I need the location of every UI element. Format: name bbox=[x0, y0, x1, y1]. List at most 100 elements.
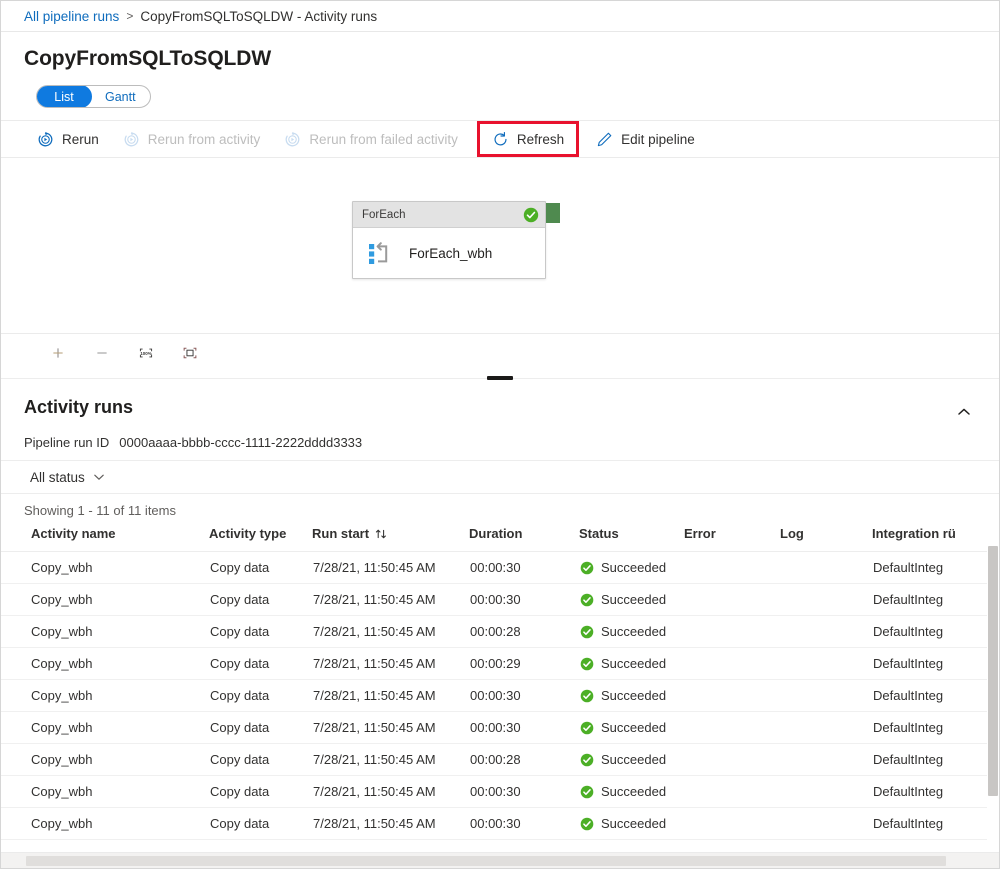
table-horizontal-scrollbar-thumb[interactable] bbox=[26, 856, 946, 866]
zoom-to-100-icon[interactable]: 100% bbox=[133, 340, 159, 366]
pipeline-run-id-value: 0000aaaa-bbbb-cccc-1111-2222dddd3333 bbox=[119, 435, 362, 450]
activity-runs-panel: Activity runs Pipeline run ID 0000aaaa-b… bbox=[1, 385, 999, 868]
table-row[interactable]: Copy_wbhCopy data7/28/21, 11:50:45 AM00:… bbox=[1, 712, 999, 744]
cell-status: Succeeded bbox=[579, 776, 684, 808]
rerun-button[interactable]: Rerun bbox=[27, 124, 109, 154]
cell-activity-type: Copy data bbox=[209, 808, 312, 840]
table-row[interactable]: Copy_wbhCopy data7/28/21, 11:50:45 AM00:… bbox=[1, 680, 999, 712]
cell-activity-name[interactable]: Copy_wbh bbox=[1, 680, 209, 712]
cell-log bbox=[780, 712, 872, 744]
table-vertical-scrollbar[interactable] bbox=[987, 546, 999, 852]
table-row[interactable]: Copy_wbhCopy data7/28/21, 11:50:45 AM00:… bbox=[1, 552, 999, 584]
cell-activity-type: Copy data bbox=[209, 776, 312, 808]
edit-pipeline-button[interactable]: Edit pipeline bbox=[586, 124, 705, 154]
view-toggle: List Gantt bbox=[36, 85, 151, 108]
cell-activity-name[interactable]: Copy_wbh bbox=[1, 776, 209, 808]
cell-run-start: 7/28/21, 11:50:45 AM bbox=[312, 776, 469, 808]
tab-gantt[interactable]: Gantt bbox=[91, 86, 150, 107]
command-bar: Rerun Rerun from activity bbox=[1, 120, 999, 158]
table-header-row: Activity name Activity type Run start bbox=[1, 526, 999, 552]
column-header-activity-name[interactable]: Activity name bbox=[1, 526, 209, 552]
cell-activity-name[interactable]: Copy_wbh bbox=[1, 584, 209, 616]
cell-run-start: 7/28/21, 11:50:45 AM bbox=[312, 616, 469, 648]
splitter-grip[interactable] bbox=[487, 376, 513, 380]
activity-node-name: ForEach_wbh bbox=[409, 246, 492, 261]
cell-log bbox=[780, 808, 872, 840]
status-success-icon bbox=[580, 817, 594, 831]
column-header-integration-runtime[interactable]: Integration rü bbox=[872, 526, 999, 552]
cell-activity-type: Copy data bbox=[209, 552, 312, 584]
pipeline-canvas[interactable]: ForEach bbox=[1, 158, 999, 333]
rerun-label: Rerun bbox=[62, 132, 99, 147]
table-horizontal-scrollbar[interactable] bbox=[1, 852, 999, 868]
edit-pipeline-label: Edit pipeline bbox=[621, 132, 695, 147]
table-row[interactable]: Copy_wbhCopy data7/28/21, 11:50:45 AM00:… bbox=[1, 616, 999, 648]
breadcrumb-separator: > bbox=[126, 9, 133, 23]
activity-node-header: ForEach bbox=[353, 202, 545, 228]
column-header-log[interactable]: Log bbox=[780, 526, 872, 552]
table-row[interactable]: Copy_wbhCopy data7/28/21, 11:50:45 AM00:… bbox=[1, 584, 999, 616]
foreach-icon bbox=[367, 241, 393, 267]
tab-list[interactable]: List bbox=[36, 85, 92, 108]
refresh-button[interactable]: Refresh bbox=[480, 124, 576, 154]
pipeline-run-id-row: Pipeline run ID 0000aaaa-bbbb-cccc-1111-… bbox=[1, 427, 999, 460]
cell-activity-name[interactable]: Copy_wbh bbox=[1, 712, 209, 744]
rerun-icon bbox=[37, 131, 54, 148]
svg-text:100%: 100% bbox=[140, 350, 151, 355]
status-success-icon bbox=[580, 721, 594, 735]
refresh-icon bbox=[492, 131, 509, 148]
run-start-sort-control[interactable]: Run start bbox=[312, 526, 387, 541]
fit-to-screen-button[interactable] bbox=[177, 340, 203, 366]
node-output-handle[interactable] bbox=[546, 203, 560, 223]
cell-activity-name[interactable]: Copy_wbh bbox=[1, 808, 209, 840]
cell-duration: 00:00:30 bbox=[469, 776, 579, 808]
cell-activity-name[interactable]: Copy_wbh bbox=[1, 648, 209, 680]
cell-duration: 00:00:30 bbox=[469, 712, 579, 744]
zoom-out-button[interactable] bbox=[89, 340, 115, 366]
column-header-error[interactable]: Error bbox=[684, 526, 780, 552]
cell-error bbox=[684, 712, 780, 744]
cell-duration: 00:00:30 bbox=[469, 584, 579, 616]
column-header-activity-type[interactable]: Activity type bbox=[209, 526, 312, 552]
panel-splitter[interactable] bbox=[1, 371, 999, 385]
cell-duration: 00:00:30 bbox=[469, 552, 579, 584]
column-label-log: Log bbox=[780, 526, 804, 541]
column-header-run-start[interactable]: Run start bbox=[312, 526, 469, 552]
table-row[interactable]: Copy_wbhCopy data7/28/21, 11:50:45 AM00:… bbox=[1, 808, 999, 840]
cell-log bbox=[780, 648, 872, 680]
status-filter-dropdown[interactable]: All status bbox=[24, 466, 111, 489]
table-row[interactable]: Copy_wbhCopy data7/28/21, 11:50:45 AM00:… bbox=[1, 648, 999, 680]
column-label-status: Status bbox=[579, 526, 619, 541]
column-header-status[interactable]: Status bbox=[579, 526, 684, 552]
rerun-from-activity-label: Rerun from activity bbox=[148, 132, 261, 147]
status-success-icon bbox=[580, 689, 594, 703]
pipeline-run-id-label: Pipeline run ID bbox=[24, 435, 109, 450]
table-row[interactable]: Copy_wbhCopy data7/28/21, 11:50:45 AM00:… bbox=[1, 776, 999, 808]
cell-error bbox=[684, 616, 780, 648]
cell-log bbox=[780, 776, 872, 808]
table-head: Activity name Activity type Run start bbox=[1, 526, 999, 552]
table-vertical-scrollbar-thumb[interactable] bbox=[988, 546, 998, 796]
status-success-icon bbox=[580, 785, 594, 799]
cell-integration-runtime: DefaultInteg bbox=[872, 808, 999, 840]
cell-activity-name[interactable]: Copy_wbh bbox=[1, 552, 209, 584]
breadcrumb-all-pipeline-runs-link[interactable]: All pipeline runs bbox=[24, 9, 119, 24]
activity-runs-table: Activity name Activity type Run start bbox=[1, 526, 999, 840]
activity-node-body: ForEach_wbh bbox=[353, 228, 545, 279]
cell-activity-type: Copy data bbox=[209, 616, 312, 648]
cell-run-start: 7/28/21, 11:50:45 AM bbox=[312, 584, 469, 616]
collapse-panel-button[interactable] bbox=[949, 397, 979, 427]
zoom-in-button[interactable] bbox=[45, 340, 71, 366]
cell-activity-name[interactable]: Copy_wbh bbox=[1, 744, 209, 776]
cell-integration-runtime: DefaultInteg bbox=[872, 648, 999, 680]
table-row[interactable]: Copy_wbhCopy data7/28/21, 11:50:45 AM00:… bbox=[1, 744, 999, 776]
activity-runs-table-wrapper: Activity name Activity type Run start bbox=[1, 526, 999, 852]
activity-node-foreach[interactable]: ForEach bbox=[352, 201, 546, 279]
cell-log bbox=[780, 744, 872, 776]
refresh-label: Refresh bbox=[517, 132, 564, 147]
cell-activity-name[interactable]: Copy_wbh bbox=[1, 616, 209, 648]
column-header-duration[interactable]: Duration bbox=[469, 526, 579, 552]
chevron-down-icon bbox=[93, 471, 105, 483]
breadcrumb-current: CopyFromSQLToSQLDW - Activity runs bbox=[140, 9, 377, 24]
cell-error bbox=[684, 808, 780, 840]
